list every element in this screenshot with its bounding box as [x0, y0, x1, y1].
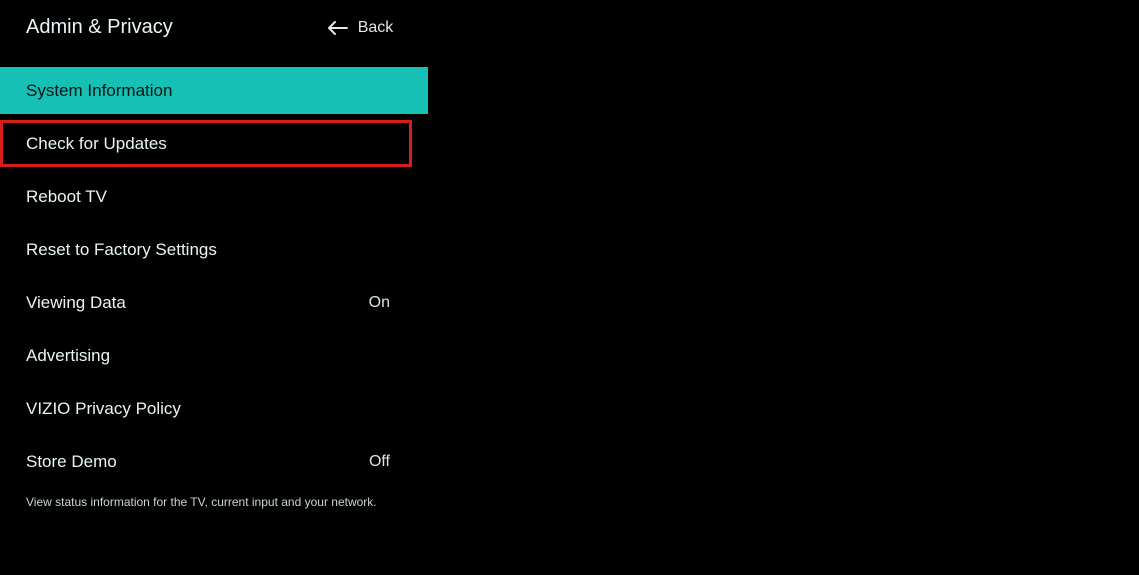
page-title: Admin & Privacy [26, 16, 173, 39]
menu-item-check-for-updates[interactable]: Check for Updates [0, 120, 412, 167]
description-text: View status information for the TV, curr… [0, 495, 1139, 509]
menu-item-reset-factory-settings[interactable]: Reset to Factory Settings [0, 226, 428, 273]
menu-item-value: Off [369, 453, 390, 471]
menu-item-label: Reset to Factory Settings [26, 240, 390, 260]
menu-item-reboot-tv[interactable]: Reboot TV [0, 173, 428, 220]
menu-item-label: Viewing Data [26, 293, 369, 313]
menu-item-viewing-data[interactable]: Viewing Data On [0, 279, 428, 326]
back-button[interactable]: Back [328, 19, 394, 37]
back-label: Back [358, 19, 394, 37]
menu-item-advertising[interactable]: Advertising [0, 332, 428, 379]
menu-item-label: Advertising [26, 346, 390, 366]
menu-item-label: Check for Updates [26, 134, 374, 154]
menu-item-privacy-policy[interactable]: VIZIO Privacy Policy [0, 385, 428, 432]
menu-item-label: Reboot TV [26, 187, 390, 207]
menu-item-label: Store Demo [26, 452, 369, 472]
menu-item-label: VIZIO Privacy Policy [26, 399, 390, 419]
menu-item-value: On [369, 294, 390, 312]
menu-item-system-information[interactable]: System Information [0, 67, 428, 114]
menu-item-label: System Information [26, 81, 390, 101]
menu-item-store-demo[interactable]: Store Demo Off [0, 438, 428, 485]
back-arrow-icon [328, 21, 348, 35]
menu-list: System Information Check for Updates Reb… [0, 67, 1139, 485]
